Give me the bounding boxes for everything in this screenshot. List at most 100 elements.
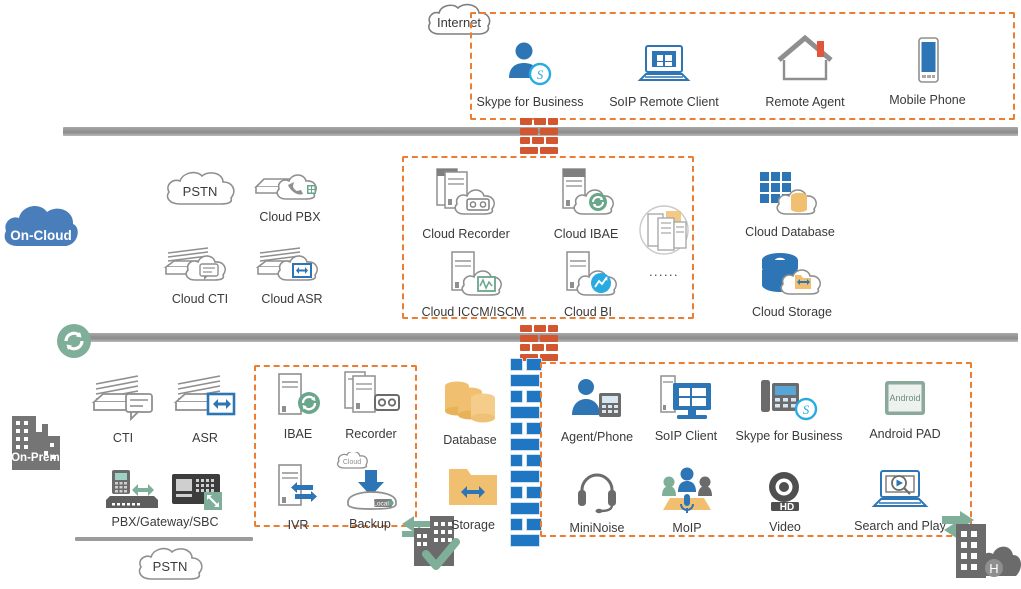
node-label: CTI: [112, 431, 134, 445]
node-label: PSTN: [152, 559, 188, 574]
svg-text:HD: HD: [780, 502, 794, 513]
headset-icon: [574, 468, 620, 519]
deskphone-skype-icon: S: [757, 378, 821, 427]
node-label: Agent/Phone: [560, 430, 634, 444]
brick-firewall-icon-top: [520, 118, 558, 154]
node-skype-for-business-onprem[interactable]: S Skype for Business: [732, 378, 846, 444]
blue-brick-wall-icon: [510, 358, 542, 547]
on-cloud-label: On-Cloud: [10, 228, 72, 243]
node-agent-phone[interactable]: Agent/Phone: [556, 377, 638, 445]
mobile-phone-icon: [911, 36, 945, 91]
brick-firewall-icon-middle: [520, 325, 558, 361]
node-label: Video: [769, 520, 801, 534]
node-recorder[interactable]: Recorder: [335, 370, 407, 442]
on-prem-badge: On-Prem.: [10, 408, 64, 470]
node-storage[interactable]: Storage: [440, 463, 506, 533]
video-hd-icon: HD: [761, 469, 809, 518]
node-label: Cloud Database: [745, 225, 835, 239]
node-label: SoIP Client: [654, 429, 718, 443]
cloud-pbx-icon: [252, 167, 328, 208]
ivr-server-icon: [273, 463, 323, 516]
node-moip[interactable]: MoIP: [659, 466, 715, 536]
node-database[interactable]: Database: [432, 374, 508, 448]
node-label: ......: [649, 265, 679, 279]
node-label: Mobile Phone: [889, 93, 966, 107]
node-cloud-database[interactable]: Cloud Database: [740, 168, 840, 240]
node-ibae[interactable]: IBAE: [268, 372, 328, 442]
on-prem-label: On-Prem.: [11, 452, 63, 464]
hybrid-cloud-exchange-icon: H: [938, 498, 1021, 589]
recorder-server-icon: [339, 370, 403, 425]
on-cloud-badge: On-Cloud: [2, 198, 80, 252]
node-label: Cloud BI: [564, 305, 612, 319]
node-cloud-pbx[interactable]: Cloud PBX: [250, 167, 330, 225]
node-mobile-phone[interactable]: Mobile Phone: [880, 36, 975, 108]
cloud-cti-icon: [162, 245, 238, 290]
node-skype-for-business-remote[interactable]: S Skype for Business: [470, 40, 590, 110]
cloud-recorder-icon: [429, 166, 503, 225]
cloud-iccm-icon: [440, 250, 506, 303]
node-onprem-pstn[interactable]: PSTN: [135, 546, 205, 582]
user-skype-icon: S: [504, 40, 556, 93]
node-asr[interactable]: ASR: [170, 372, 240, 446]
node-label: ASR: [192, 431, 218, 445]
node-label: Remote Agent: [765, 95, 845, 109]
node-label: Skype for Business: [476, 95, 584, 109]
node-label: Search and Play: [854, 519, 946, 533]
cloud-outline-icon: PSTN: [135, 546, 205, 582]
cloud-storage-icon: [754, 250, 830, 303]
laptop-windows-icon: [636, 40, 692, 93]
svg-text:H: H: [989, 561, 998, 576]
cloud-database-icon: [752, 168, 828, 223]
node-cloud-asr[interactable]: Cloud ASR: [252, 245, 332, 307]
house-icon: [774, 34, 836, 93]
node-cloud-ibae[interactable]: Cloud IBAE: [545, 166, 627, 242]
node-cloud-bi[interactable]: Cloud BI: [548, 250, 628, 320]
node-cloud-iccm-iscm[interactable]: Cloud ICCM/ISCM: [413, 250, 533, 320]
node-more-cloud-services: ......: [634, 202, 694, 280]
svg-text:Android: Android: [889, 393, 920, 403]
cloud-ibae-icon: [553, 166, 619, 225]
node-cloud-cti[interactable]: Cloud CTI: [160, 245, 240, 307]
node-label: Skype for Business: [735, 429, 843, 443]
node-label: Android PAD: [869, 427, 941, 441]
more-servers-icon: [636, 202, 692, 263]
svg-text:S: S: [537, 67, 544, 82]
node-remote-agent[interactable]: Remote Agent: [750, 34, 860, 110]
node-android-pad[interactable]: Android Android PAD: [860, 378, 950, 442]
node-label: Storage: [451, 518, 495, 532]
node-label: Cloud PBX: [259, 210, 321, 224]
pbx-gateway-sbc-icon: [102, 466, 228, 514]
node-label: Cloud IBAE: [553, 227, 619, 241]
android-tablet-icon: Android: [881, 378, 929, 425]
node-cloud-storage[interactable]: Cloud Storage: [744, 250, 840, 320]
cti-icon: [90, 372, 156, 429]
node-cti[interactable]: CTI: [88, 372, 158, 446]
node-label: Cloud Storage: [752, 305, 832, 319]
desktop-windows-icon: [657, 374, 715, 427]
node-label: IBAE: [283, 427, 313, 441]
node-label: Database: [443, 433, 497, 447]
node-mininoise[interactable]: MiniNoise: [563, 468, 631, 536]
node-label: Cloud ICCM/ISCM: [421, 305, 525, 319]
node-label: Cloud ASR: [261, 292, 323, 306]
node-ivr[interactable]: IVR: [272, 463, 324, 533]
node-pbx-gateway-sbc[interactable]: PBX/Gateway/SBC: [100, 466, 230, 530]
agent-phone-icon: [569, 377, 625, 428]
node-video[interactable]: HD Video: [757, 469, 813, 535]
sync-refresh-icon: [56, 323, 92, 364]
ibae-server-icon: [271, 372, 325, 425]
node-label: SoIP Remote Client: [609, 95, 719, 109]
node-label: IVR: [287, 518, 309, 532]
node-cloud-pstn[interactable]: PSTN: [163, 170, 237, 206]
node-label: MoIP: [672, 521, 702, 535]
asr-icon: [172, 372, 238, 429]
node-soip-remote-client[interactable]: SoIP Remote Client: [605, 40, 723, 110]
database-icon: [435, 374, 505, 431]
node-label: MiniNoise: [569, 521, 625, 535]
svg-text:Local: Local: [373, 501, 389, 508]
cloud-bi-icon: [555, 250, 621, 303]
node-cloud-recorder[interactable]: Cloud Recorder: [420, 166, 512, 242]
node-soip-client[interactable]: SoIP Client: [650, 374, 722, 444]
node-label: Recorder: [345, 427, 397, 441]
